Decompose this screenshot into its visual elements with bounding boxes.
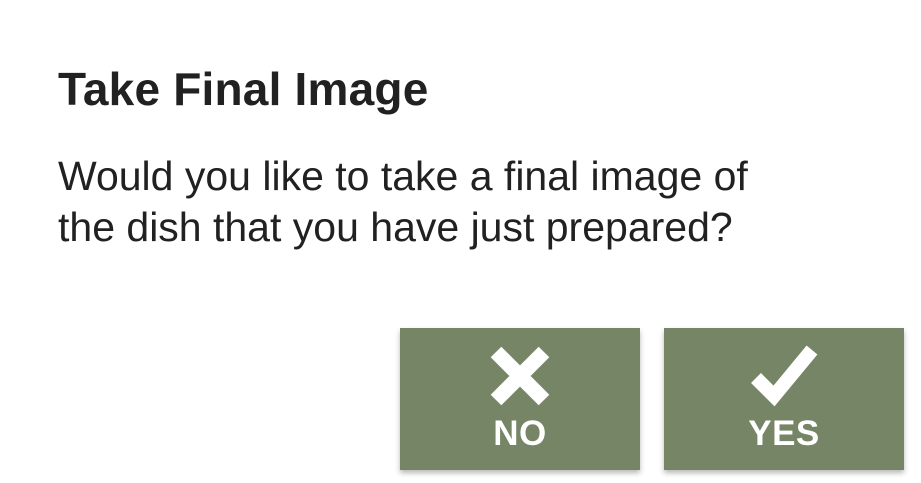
check-icon [751, 345, 818, 407]
no-button-label: NO [493, 414, 547, 453]
dialog-title: Take Final Image [58, 63, 429, 115]
no-button[interactable]: NO [400, 328, 640, 470]
close-icon [490, 346, 550, 406]
dialog-message-line: the dish that you have just prepared? [58, 204, 733, 250]
dialog-message: Would you like to take a final image of … [58, 151, 858, 253]
dialog-message-line: Would you like to take a final image of [58, 153, 748, 199]
yes-button[interactable]: YES [664, 328, 904, 470]
yes-button-label: YES [748, 414, 820, 453]
take-final-image-dialog: Take Final Image Would you like to take … [0, 0, 921, 483]
